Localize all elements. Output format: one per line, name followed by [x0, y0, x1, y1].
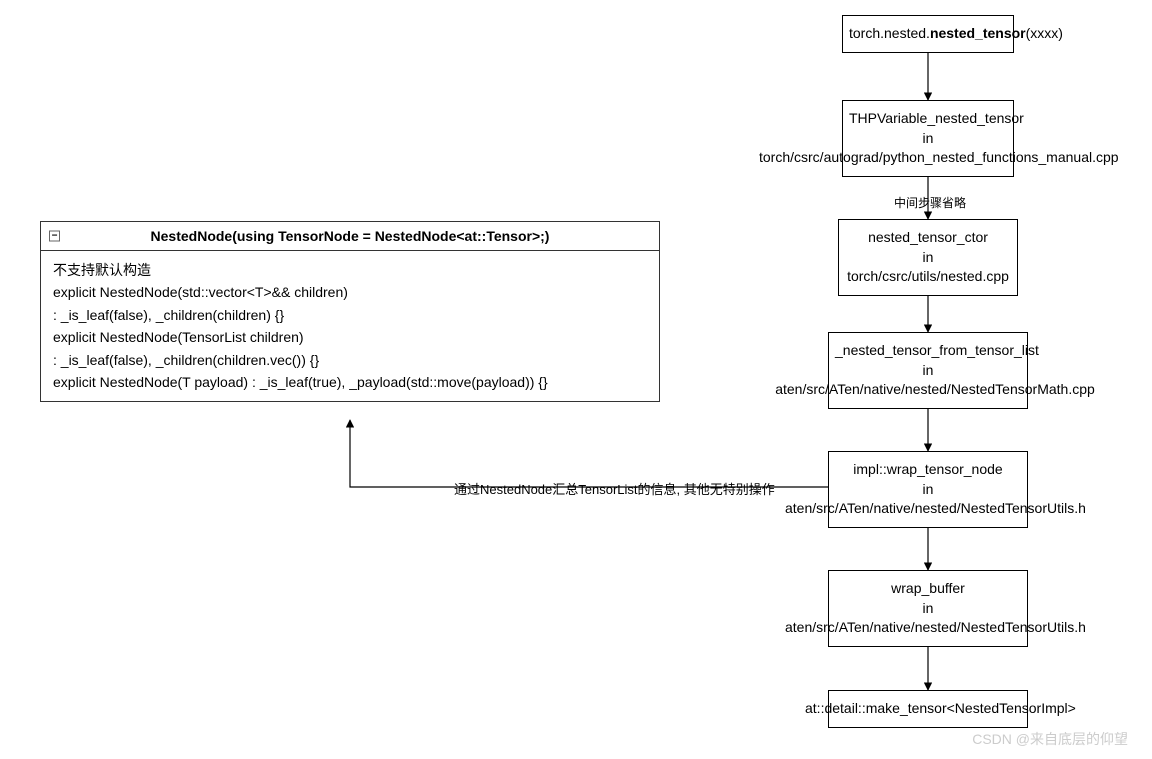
n6-l3: aten/src/ATen/native/nested/NestedTensor… — [785, 618, 1085, 638]
class-body-line: 不支持默认构造 — [53, 259, 647, 281]
n4-l1: _nested_tensor_from_tensor_list — [835, 341, 1021, 361]
class-body: 不支持默认构造 explicit NestedNode(std::vector<… — [41, 251, 659, 401]
class-title: − NestedNode(using TensorNode = NestedNo… — [41, 222, 659, 251]
edge-label-skip-steps: 中间步骤省略 — [890, 194, 970, 211]
collapse-icon[interactable]: − — [49, 231, 60, 242]
n1-suffix: (xxxx) — [1026, 25, 1063, 41]
node-wrap-buffer: wrap_buffer in aten/src/ATen/native/nest… — [828, 570, 1028, 647]
n6-l2: in — [835, 599, 1021, 619]
n4-l3: aten/src/ATen/native/nested/NestedTensor… — [775, 380, 1095, 400]
n5-l1: impl::wrap_tensor_node — [835, 460, 1021, 480]
node-thpvariable: THPVariable_nested_tensor in torch/csrc/… — [842, 100, 1014, 177]
class-box-nestednode: − NestedNode(using TensorNode = NestedNo… — [40, 221, 660, 402]
class-title-text: NestedNode(using TensorNode = NestedNode… — [151, 228, 550, 244]
node-nested-tensor-ctor: nested_tensor_ctor in torch/csrc/utils/n… — [838, 219, 1018, 296]
n7-l1: at::detail::make_tensor<NestedTensorImpl… — [805, 699, 1065, 719]
n4-l2: in — [835, 361, 1021, 381]
class-body-line: : _is_leaf(false), _children(children.ve… — [53, 349, 647, 371]
class-body-line: explicit NestedNode(std::vector<T>&& chi… — [53, 281, 647, 303]
n1-prefix: torch.nested. — [849, 25, 930, 41]
n6-l1: wrap_buffer — [835, 579, 1021, 599]
n3-l3: torch/csrc/utils/nested.cpp — [845, 267, 1011, 287]
n3-l1: nested_tensor_ctor — [845, 228, 1011, 248]
class-body-line: explicit NestedNode(TensorList children) — [53, 326, 647, 348]
class-body-line: : _is_leaf(false), _children(children) {… — [53, 304, 647, 326]
watermark: CSDN @来自底层的仰望 — [972, 729, 1128, 749]
node-nested-from-list: _nested_tensor_from_tensor_list in aten/… — [828, 332, 1028, 409]
n5-l2: in — [835, 480, 1021, 500]
node-nested-tensor-call: torch.nested.nested_tensor(xxxx) — [842, 15, 1014, 53]
n2-l2: in — [849, 129, 1007, 149]
n5-l3: aten/src/ATen/native/nested/NestedTensor… — [785, 499, 1085, 519]
n1-bold: nested_tensor — [930, 25, 1026, 41]
node-make-tensor: at::detail::make_tensor<NestedTensorImpl… — [828, 690, 1028, 728]
edge-label-nestednode-summary: 通过NestedNode汇总TensorList的信息, 其他无特别操作 — [450, 479, 779, 498]
n2-l3: torch/csrc/autograd/python_nested_functi… — [759, 148, 1111, 168]
n2-l1: THPVariable_nested_tensor — [849, 109, 1007, 129]
node-wrap-tensor-node: impl::wrap_tensor_node in aten/src/ATen/… — [828, 451, 1028, 528]
n3-l2: in — [845, 248, 1011, 268]
class-body-line: explicit NestedNode(T payload) : _is_lea… — [53, 371, 647, 393]
